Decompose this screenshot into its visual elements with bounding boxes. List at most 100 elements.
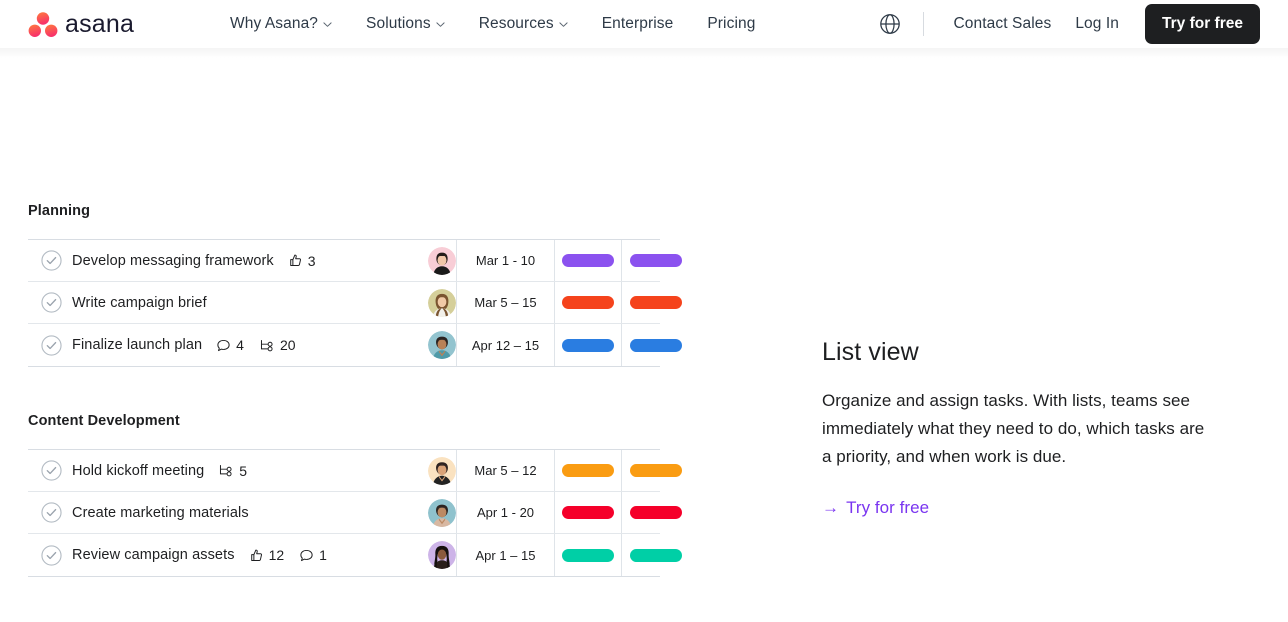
feature-copy-panel: List view Organize and assign tasks. Wit…: [822, 338, 1214, 518]
nav-item-label: Enterprise: [601, 15, 674, 32]
comment-count[interactable]: 4: [216, 337, 244, 353]
nav-item-enterprise[interactable]: Enterprise: [585, 9, 691, 39]
task-complete-checkbox-icon[interactable]: [41, 460, 62, 481]
task-section: Content Development Hold kickoff meeting: [28, 413, 682, 577]
table-row[interactable]: Write campaign brief Mar 5 – 15: [28, 282, 682, 324]
header-actions: Contact Sales Log In Try for free: [873, 4, 1260, 44]
task-date: Mar 1 - 10: [457, 240, 555, 281]
log-in-link[interactable]: Log In: [1063, 9, 1131, 39]
subtask-count[interactable]: 5: [218, 463, 247, 479]
status-pill: [629, 548, 682, 562]
status-pill: [562, 338, 614, 352]
page-stage: Planning Develop messaging framework 3 M…: [0, 48, 1288, 622]
asana-logo[interactable]: asana: [28, 11, 169, 38]
task-progress-cell: [622, 450, 689, 491]
task-name-cell: Hold kickoff meeting 5: [28, 450, 428, 491]
chevron-down-icon: [323, 21, 332, 27]
task-title: Create marketing materials: [72, 504, 249, 521]
subtask-count-value: 5: [239, 462, 248, 479]
svg-text:asana: asana: [65, 11, 134, 37]
subtask-count-value: 20: [279, 337, 296, 353]
avatar: [428, 541, 456, 569]
table-row[interactable]: Review campaign assets 12 1 Apr 1 – 15: [28, 534, 682, 576]
comment-count-value: 1: [319, 547, 327, 563]
task-progress-cell: [622, 534, 689, 576]
subtask-count[interactable]: 20: [259, 337, 296, 353]
task-complete-checkbox-icon[interactable]: [41, 544, 62, 566]
like-count-value: 12: [268, 547, 285, 563]
section-title-planning: Planning: [28, 203, 91, 219]
nav-item-label: Solutions: [366, 15, 431, 32]
status-pill: [562, 464, 614, 477]
thumbs-up-icon: [250, 549, 262, 561]
task-date: Apr 1 - 20: [457, 492, 555, 533]
nav-item-pricing[interactable]: Pricing: [690, 9, 772, 39]
status-pill: [629, 254, 682, 267]
assignee-cell[interactable]: [428, 492, 457, 533]
task-progress-cell: [555, 282, 622, 323]
table-row[interactable]: Create marketing materials Apr 1 - 20: [28, 492, 682, 534]
task-section: Planning Develop messaging framework 3 M…: [28, 203, 682, 367]
status-pill: [562, 296, 614, 309]
nav-item-resources[interactable]: Resources: [462, 9, 585, 39]
task-table: Develop messaging framework 3 Mar 1 - 10…: [28, 239, 682, 367]
language-selector-button[interactable]: [873, 7, 907, 41]
task-date: Mar 5 – 15: [457, 282, 555, 323]
assignee-cell[interactable]: [428, 534, 457, 576]
feature-link-label: Try for free: [846, 498, 930, 517]
assignee-cell[interactable]: [428, 240, 457, 281]
like-count[interactable]: 12: [249, 547, 285, 563]
nav-item-why-asana[interactable]: Why Asana?: [213, 9, 349, 39]
nav-item-label: Pricing: [707, 15, 756, 32]
task-complete-checkbox-icon[interactable]: [41, 292, 62, 313]
task-progress-cell: [555, 492, 622, 533]
task-date: Mar 5 – 12: [457, 450, 555, 491]
comment-count-value: 4: [236, 337, 244, 353]
comment-icon: [300, 549, 313, 561]
subtask-icon: [220, 464, 232, 477]
task-complete-checkbox-icon[interactable]: [41, 250, 62, 271]
task-title: Review campaign assets: [72, 547, 235, 563]
nav-item-solutions[interactable]: Solutions: [349, 9, 462, 39]
asana-logo-dots-icon: [28, 11, 58, 37]
avatar: [428, 331, 456, 359]
chevron-down-icon: [436, 21, 445, 27]
task-table: Hold kickoff meeting 5 Mar 5 – 12 Create…: [28, 449, 682, 577]
assignee-cell[interactable]: [428, 324, 457, 366]
task-title: Hold kickoff meeting: [72, 462, 205, 479]
assignee-cell[interactable]: [428, 282, 457, 323]
table-row[interactable]: Hold kickoff meeting 5 Mar 5 – 12: [28, 450, 682, 492]
contact-sales-link[interactable]: Contact Sales: [942, 9, 1064, 39]
task-progress-cell: [622, 240, 689, 281]
task-list-panel: Planning Develop messaging framework 3 M…: [28, 203, 682, 577]
avatar: [428, 288, 456, 317]
header-divider: [922, 12, 924, 36]
task-title: Develop messaging framework: [72, 252, 274, 269]
subtask-icon: [260, 339, 273, 351]
try-for-free-button[interactable]: Try for free: [1145, 4, 1260, 44]
table-row[interactable]: Develop messaging framework 3 Mar 1 - 10: [28, 240, 682, 282]
avatar: [428, 498, 456, 527]
task-title: Write campaign brief: [72, 294, 207, 311]
task-complete-checkbox-icon[interactable]: [41, 334, 62, 356]
task-meta-group: 4 20: [216, 337, 296, 353]
task-complete-checkbox-icon[interactable]: [41, 502, 62, 523]
globe-icon: [879, 14, 900, 34]
like-count[interactable]: 3: [288, 253, 316, 269]
feature-description: Organize and assign tasks. With lists, t…: [822, 391, 1205, 466]
task-progress-cell: [555, 240, 622, 281]
feature-try-for-free-link[interactable]: → Try for free: [822, 498, 929, 518]
feature-title: List view: [822, 338, 919, 366]
avatar: [428, 246, 456, 275]
table-row[interactable]: Finalize launch plan 4 20 Apr 12 – 15: [28, 324, 682, 366]
avatar: [428, 456, 456, 485]
status-pill: [562, 506, 614, 519]
assignee-cell[interactable]: [428, 450, 457, 491]
like-count-value: 3: [307, 252, 316, 269]
thumbs-up-icon: [289, 254, 301, 266]
task-date: Apr 1 – 15: [457, 534, 555, 576]
task-name-cell: Finalize launch plan 4 20: [28, 324, 428, 366]
comment-count[interactable]: 1: [299, 547, 327, 563]
task-name-cell: Write campaign brief: [28, 282, 428, 323]
primary-navigation: Why Asana? Solutions Resources Enterpris…: [213, 9, 772, 39]
